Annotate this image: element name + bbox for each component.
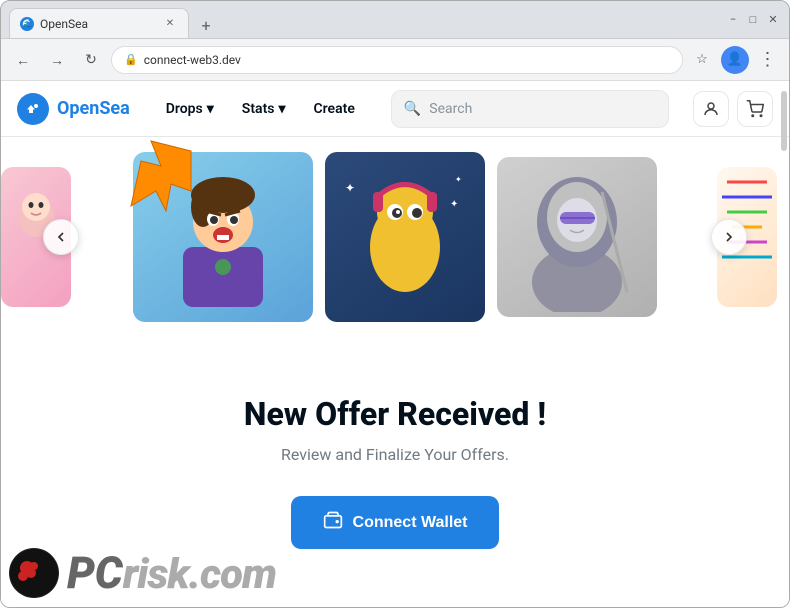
nav-create[interactable]: Create (302, 93, 367, 125)
connect-wallet-label: Connect Wallet (353, 514, 468, 532)
maximize-button[interactable]: □ (745, 12, 761, 28)
search-placeholder: Search (429, 101, 472, 117)
profile-button[interactable]: 👤 (721, 46, 749, 74)
scrollbar-thumb[interactable] (781, 91, 787, 151)
nav-drops[interactable]: Drops ▾ (154, 93, 226, 125)
carousel-left-arrow[interactable] (43, 219, 79, 255)
forward-button[interactable]: → (43, 46, 71, 74)
tab-area: 🌊 OpenSea ✕ + (9, 1, 719, 38)
search-bar[interactable]: 🔍 Search (391, 90, 669, 128)
wallet-icon (323, 510, 343, 535)
cart-icon-button[interactable] (737, 91, 773, 127)
offer-subtitle: Review and Finalize Your Offers. (281, 445, 509, 464)
opensea-logo[interactable]: OpenSea (17, 93, 130, 125)
nft-card-1[interactable] (133, 152, 313, 322)
opensea-logo-icon (17, 93, 49, 125)
nft-card-3[interactable] (497, 157, 657, 317)
url-text: connect-web3.dev (144, 53, 241, 67)
address-input[interactable]: 🔒 connect-web3.dev (111, 46, 683, 74)
tab-title: OpenSea (40, 17, 88, 31)
lock-icon: 🔒 (124, 53, 138, 66)
close-button[interactable]: ✕ (765, 12, 781, 28)
address-bar-right: ☆ 👤 ⋮ (689, 46, 781, 74)
active-tab[interactable]: 🌊 OpenSea ✕ (9, 8, 189, 38)
minimize-button[interactable]: − (725, 12, 741, 28)
nav-links: Drops ▾ Stats ▾ Create (154, 93, 367, 125)
nav-right-icons (693, 91, 773, 127)
carousel-right-arrow[interactable] (711, 219, 747, 255)
window-controls: − □ ✕ (725, 12, 781, 28)
search-icon: 🔍 (404, 101, 421, 117)
user-icon-button[interactable] (693, 91, 729, 127)
page-content: OpenSea Drops ▾ Stats ▾ Create 🔍 Search (1, 81, 789, 607)
star-icon[interactable]: ☆ (689, 47, 715, 73)
refresh-button[interactable]: ↻ (77, 46, 105, 74)
opensea-logo-text: OpenSea (57, 98, 130, 119)
svg-text:✦: ✦ (345, 181, 355, 195)
back-button[interactable]: ← (9, 46, 37, 74)
connect-wallet-button[interactable]: Connect Wallet (291, 496, 500, 549)
svg-text:✦: ✦ (455, 175, 462, 184)
tab-close-button[interactable]: ✕ (162, 16, 178, 32)
opensea-navbar: OpenSea Drops ▾ Stats ▾ Create 🔍 Search (1, 81, 789, 137)
offer-title: New Offer Received ! (244, 395, 546, 433)
address-bar-row: ← → ↻ 🔒 connect-web3.dev ☆ 👤 ⋮ (1, 39, 789, 81)
svg-text:✦: ✦ (450, 199, 458, 210)
tab-favicon: 🌊 (20, 17, 34, 31)
main-content: New Offer Received ! Review and Finalize… (1, 337, 789, 607)
nav-stats[interactable]: Stats ▾ (230, 93, 298, 125)
nft-carousel: ✦ ✦ ✦ (1, 137, 789, 337)
nft-card-2[interactable]: ✦ ✦ ✦ (325, 152, 485, 322)
title-bar: 🌊 OpenSea ✕ + − □ ✕ (1, 1, 789, 39)
browser-window: 🌊 OpenSea ✕ + − □ ✕ ← → ↻ 🔒 connect-web3… (0, 0, 790, 608)
scrollbar[interactable] (779, 81, 787, 607)
new-tab-button[interactable]: + (193, 12, 219, 38)
more-menu-button[interactable]: ⋮ (755, 47, 781, 73)
